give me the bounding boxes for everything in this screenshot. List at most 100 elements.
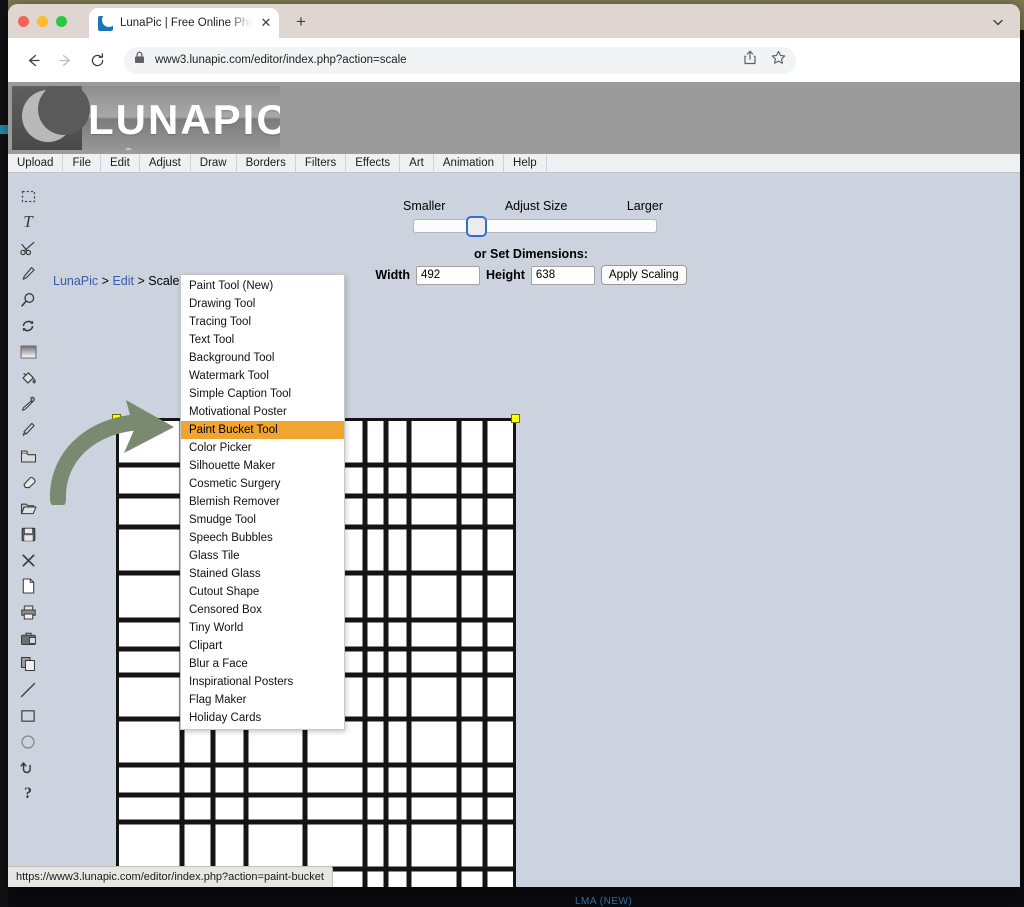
gradient-icon[interactable] — [13, 339, 43, 365]
menu-item-motivational-poster[interactable]: Motivational Poster — [181, 403, 344, 421]
apply-scaling-button[interactable]: Apply Scaling — [600, 265, 687, 285]
share-icon[interactable] — [743, 50, 757, 70]
menu-item-tracing-tool[interactable]: Tracing Tool — [181, 313, 344, 331]
lunapic-favicon-icon — [98, 15, 113, 31]
open-folder-icon[interactable] — [13, 495, 43, 521]
menu-animation[interactable]: Animation — [434, 153, 505, 173]
menu-item-color-picker[interactable]: Color Picker — [181, 439, 344, 457]
menu-effects[interactable]: Effects — [346, 153, 401, 173]
minimize-window-button[interactable] — [37, 16, 48, 27]
menu-item-simple-caption-tool[interactable]: Simple Caption Tool — [181, 385, 344, 403]
menu-item-paint-bucket-tool[interactable]: Paint Bucket Tool — [181, 421, 344, 439]
editor-tool-rail: T ? — [8, 173, 48, 887]
scissors-icon[interactable] — [13, 235, 43, 261]
menu-art[interactable]: Art — [400, 153, 434, 173]
magnifier-icon[interactable] — [13, 287, 43, 313]
star-icon[interactable] — [771, 50, 786, 70]
width-input[interactable] — [416, 265, 481, 285]
breadcrumb-root[interactable]: LunaPic — [53, 274, 98, 288]
menu-item-text-tool[interactable]: Text Tool — [181, 331, 344, 349]
maximize-window-button[interactable] — [56, 16, 67, 27]
copy-icon[interactable] — [13, 651, 43, 677]
draw-tools-dropdown-menu[interactable]: Paint Tool (New) Drawing Tool Tracing To… — [180, 274, 345, 730]
new-file-icon[interactable] — [13, 573, 43, 599]
menu-item-tiny-world[interactable]: Tiny World — [181, 619, 344, 637]
menu-draw[interactable]: Draw — [191, 153, 237, 173]
lunapic-logo[interactable]: LUNAPIC — [12, 86, 280, 150]
ellipse-tool-icon[interactable] — [13, 729, 43, 755]
lunapic-wordmark: LUNAPIC — [88, 96, 280, 143]
selection-handle-top-right[interactable] — [511, 414, 520, 423]
width-label: Width — [375, 268, 411, 282]
menu-item-cosmetic-surgery[interactable]: Cosmetic Surgery — [181, 475, 344, 493]
menu-item-blur-a-face[interactable]: Blur a Face — [181, 655, 344, 673]
menu-item-holiday-cards[interactable]: Holiday Cards — [181, 709, 344, 727]
close-window-button[interactable] — [18, 16, 29, 27]
text-tool-icon[interactable]: T — [13, 209, 43, 235]
menu-item-clipart[interactable]: Clipart — [181, 637, 344, 655]
folder-icon[interactable] — [13, 443, 43, 469]
rotate-icon[interactable] — [13, 313, 43, 339]
browser-tab[interactable]: LunaPic | Free Online Photo Ed ✕ — [89, 8, 279, 38]
screen-left-edge — [0, 0, 8, 907]
menu-borders[interactable]: Borders — [237, 153, 296, 173]
menu-item-flag-maker[interactable]: Flag Maker — [181, 691, 344, 709]
menu-item-drawing-tool[interactable]: Drawing Tool — [181, 295, 344, 313]
print-icon[interactable] — [13, 599, 43, 625]
rectangle-tool-icon[interactable] — [13, 703, 43, 729]
height-input[interactable] — [530, 265, 595, 285]
lock-icon — [134, 51, 147, 69]
menu-filters[interactable]: Filters — [296, 153, 347, 173]
size-slider[interactable] — [413, 216, 657, 237]
marquee-select-icon[interactable] — [13, 183, 43, 209]
breadcrumb: LunaPic > Edit > Scale — [53, 274, 180, 288]
size-slider-thumb[interactable] — [466, 216, 487, 237]
status-bar-url: https://www3.lunapic.com/editor/index.ph… — [16, 871, 324, 883]
close-icon[interactable] — [13, 547, 43, 573]
menu-item-censored-box[interactable]: Censored Box — [181, 601, 344, 619]
menu-file[interactable]: File — [63, 153, 101, 173]
tab-close-icon[interactable]: ✕ — [259, 16, 273, 30]
menu-item-paint-tool-new[interactable]: Paint Tool (New) — [181, 277, 344, 295]
line-tool-icon[interactable] — [13, 677, 43, 703]
menu-item-background-tool[interactable]: Background Tool — [181, 349, 344, 367]
menu-upload[interactable]: Upload — [8, 153, 64, 173]
help-icon[interactable]: ? — [13, 781, 43, 807]
menu-item-stained-glass[interactable]: Stained Glass — [181, 565, 344, 583]
omnibox-actions — [731, 50, 786, 70]
forward-button[interactable] — [50, 45, 80, 75]
menu-item-smudge-tool[interactable]: Smudge Tool — [181, 511, 344, 529]
slider-labels: Smaller Adjust Size Larger — [371, 199, 691, 213]
menu-help[interactable]: Help — [504, 153, 547, 173]
eyedropper-icon[interactable] — [13, 391, 43, 417]
menu-item-speech-bubbles[interactable]: Speech Bubbles — [181, 529, 344, 547]
menu-item-glass-tile[interactable]: Glass Tile — [181, 547, 344, 565]
reload-button[interactable] — [82, 45, 112, 75]
breadcrumb-section[interactable]: Edit — [112, 274, 134, 288]
menu-item-inspirational-posters[interactable]: Inspirational Posters — [181, 673, 344, 691]
brush-icon[interactable] — [13, 417, 43, 443]
new-tab-button[interactable]: + — [291, 12, 311, 32]
save-icon[interactable] — [13, 521, 43, 547]
menu-adjust[interactable]: Adjust — [140, 153, 191, 173]
breadcrumb-sep-2: > — [133, 274, 149, 288]
undo-icon[interactable] — [13, 755, 43, 781]
menu-edit[interactable]: Edit — [101, 153, 140, 173]
pencil-icon[interactable] — [13, 261, 43, 287]
browser-tab-strip: LunaPic | Free Online Photo Ed ✕ + — [8, 4, 1020, 38]
briefcase-icon[interactable] — [13, 625, 43, 651]
menu-item-silhouette-maker[interactable]: Silhouette Maker — [181, 457, 344, 475]
status-bar-link-preview: https://www3.lunapic.com/editor/index.ph… — [8, 866, 333, 887]
browser-window: LunaPic | Free Online Photo Ed ✕ + — [8, 4, 1020, 887]
paint-bucket-icon[interactable] — [13, 365, 43, 391]
menu-item-blemish-remover[interactable]: Blemish Remover — [181, 493, 344, 511]
browser-tab-title: LunaPic | Free Online Photo Ed — [120, 17, 252, 29]
address-bar[interactable]: www3.lunapic.com/editor/index.php?action… — [124, 46, 796, 74]
menu-item-cutout-shape[interactable]: Cutout Shape — [181, 583, 344, 601]
address-bar-url: www3.lunapic.com/editor/index.php?action… — [155, 54, 407, 66]
selection-handle-top-left[interactable] — [112, 414, 121, 423]
eraser-icon[interactable] — [13, 469, 43, 495]
back-button[interactable] — [18, 45, 48, 75]
chevron-down-icon[interactable] — [990, 14, 1006, 30]
menu-item-watermark-tool[interactable]: Watermark Tool — [181, 367, 344, 385]
